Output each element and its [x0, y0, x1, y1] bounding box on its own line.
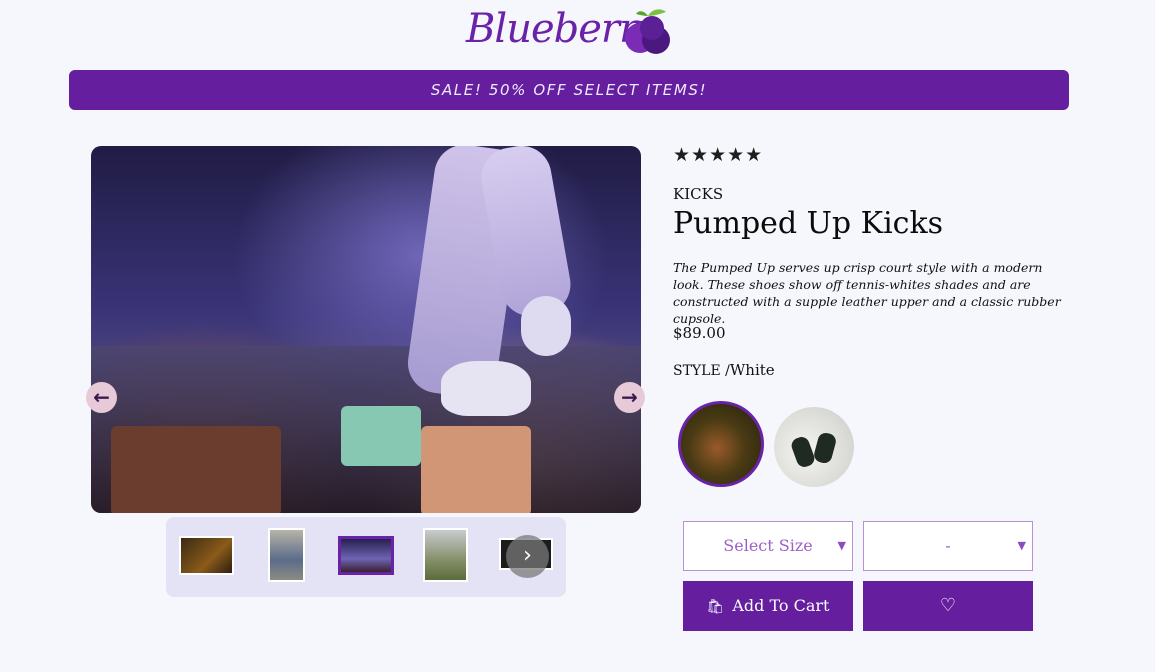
add-to-cart-label: Add To Cart: [732, 596, 830, 615]
blueberry-icon: [625, 9, 670, 54]
thumbnail[interactable]: [179, 536, 234, 575]
thumbnail-strip: ›: [166, 517, 566, 597]
rating-stars: ★★★★★: [673, 144, 764, 166]
style-label: STYLE /White: [673, 361, 775, 379]
heart-icon: ♡: [939, 595, 957, 616]
thumbnail[interactable]: [268, 528, 305, 582]
product-description: The Pumped Up serves up crisp court styl…: [673, 260, 1061, 326]
chevron-right-icon[interactable]: ›: [506, 535, 549, 578]
quantity-select[interactable]: - ▼: [863, 521, 1033, 571]
favorite-button[interactable]: ♡: [863, 581, 1033, 631]
chevron-down-icon: ▼: [837, 539, 846, 552]
product-price: $89.00: [673, 324, 726, 342]
product-brand: KICKS: [673, 185, 724, 203]
quantity-select-value: -: [945, 536, 951, 555]
arrow-left-icon[interactable]: ←: [86, 382, 117, 413]
add-to-cart-button[interactable]: 🛍 Add To Cart: [683, 581, 853, 631]
thumbnail-active[interactable]: [338, 536, 394, 575]
style-swatch-selected[interactable]: [678, 401, 764, 487]
style-label-text: STYLE /: [673, 363, 730, 379]
chevron-down-icon: ▼: [1017, 539, 1026, 552]
product-title: Pumped Up Kicks: [673, 206, 944, 241]
size-select[interactable]: Select Size ▼: [683, 521, 853, 571]
style-swatch[interactable]: [774, 407, 854, 487]
product-main-image: [91, 146, 641, 513]
style-value: White: [729, 361, 775, 379]
thumbnail[interactable]: [423, 528, 468, 582]
size-select-value: Select Size: [723, 536, 813, 555]
logo[interactable]: Blueberry: [466, 4, 672, 60]
arrow-right-icon[interactable]: →: [614, 382, 645, 413]
shopping-bag-icon: 🛍: [706, 599, 725, 615]
sale-banner[interactable]: SALE! 50% OFF SELECT ITEMS!: [69, 70, 1069, 110]
